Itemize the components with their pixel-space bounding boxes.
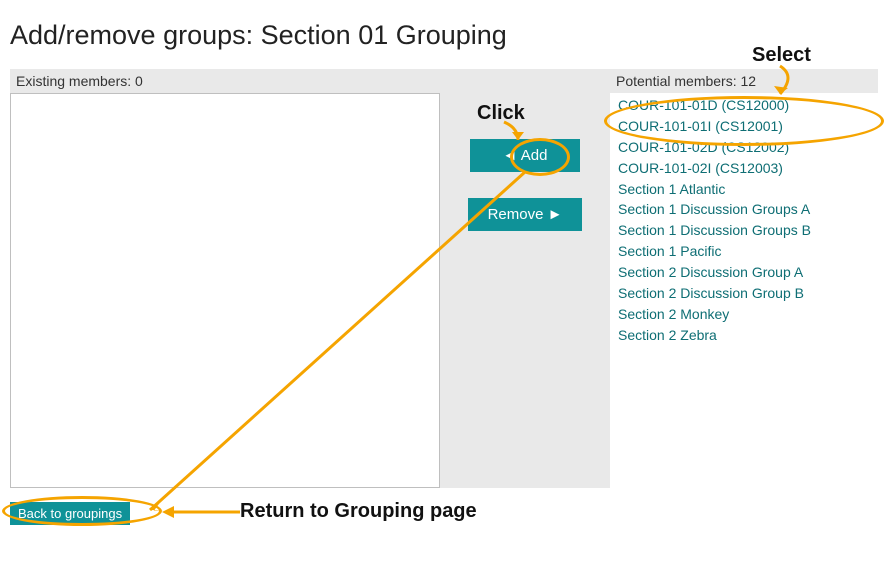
page-title: Add/remove groups: Section 01 Grouping — [10, 20, 878, 51]
potential-panel: Potential members: 12 COUR-101-01D (CS12… — [610, 69, 878, 488]
middle-controls: ◄ Add Remove ► — [440, 69, 610, 488]
remove-button[interactable]: Remove ► — [468, 198, 583, 231]
potential-header: Potential members: 12 — [610, 69, 878, 93]
existing-panel: Existing members: 0 — [10, 69, 440, 488]
potential-option[interactable]: Section 1 Discussion Groups B — [612, 220, 876, 241]
potential-option[interactable]: Section 2 Monkey — [612, 304, 876, 325]
footer: Back to groupings — [10, 502, 878, 525]
back-to-groupings-button[interactable]: Back to groupings — [10, 502, 130, 525]
potential-option[interactable]: COUR-101-01D (CS12000) — [612, 95, 876, 116]
group-manager: Existing members: 0 ◄ Add Remove ► Poten… — [10, 69, 878, 488]
potential-option[interactable]: COUR-101-01I (CS12001) — [612, 116, 876, 137]
existing-listbox[interactable] — [10, 93, 440, 488]
potential-listbox[interactable]: COUR-101-01D (CS12000)COUR-101-01I (CS12… — [610, 93, 878, 488]
potential-option[interactable]: Section 1 Atlantic — [612, 179, 876, 200]
existing-header: Existing members: 0 — [10, 69, 440, 93]
potential-option[interactable]: Section 2 Discussion Group A — [612, 262, 876, 283]
add-button[interactable]: ◄ Add — [470, 139, 580, 172]
potential-option[interactable]: COUR-101-02D (CS12002) — [612, 137, 876, 158]
potential-option[interactable]: Section 1 Discussion Groups A — [612, 199, 876, 220]
potential-option[interactable]: Section 1 Pacific — [612, 241, 876, 262]
potential-option[interactable]: COUR-101-02I (CS12003) — [612, 158, 876, 179]
potential-option[interactable]: Section 2 Zebra — [612, 325, 876, 346]
potential-option[interactable]: Section 2 Discussion Group B — [612, 283, 876, 304]
